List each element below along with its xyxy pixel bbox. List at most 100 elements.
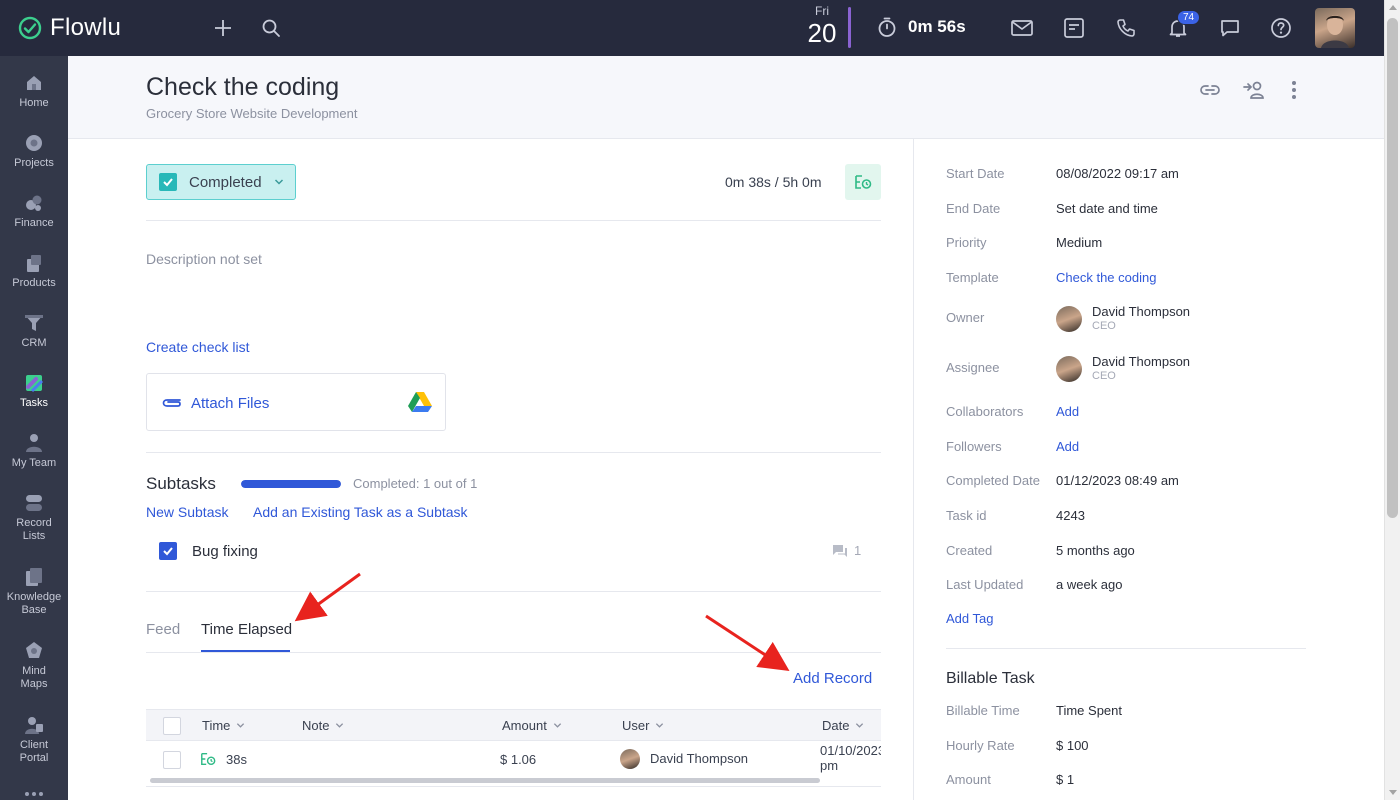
sidebar-item-products[interactable]: Products [0,252,68,290]
subtask-checkbox[interactable] [159,542,177,560]
row-checkbox[interactable] [163,751,181,769]
add-followers-link[interactable]: Add [1056,439,1079,454]
phone-icon [1117,19,1135,37]
subtask-name[interactable]: Bug fixing [192,543,258,560]
phone-button[interactable] [1112,14,1140,42]
column-header-time[interactable]: Time [202,718,245,733]
delegate-button[interactable] [1242,78,1266,102]
sidebar-item-knowledge-base[interactable]: Knowledge Base [0,566,68,617]
top-bar: Flowlu Fri 20 0m 56s 74 [0,0,1384,56]
row-user: David Thompson [650,751,749,766]
template-link[interactable]: Check the coding [1056,270,1156,285]
chevron-down-icon [274,179,283,185]
link-icon [1200,85,1220,95]
assignee-label: Assignee [946,360,1000,375]
scroll-down-arrow-icon[interactable] [1389,790,1397,795]
column-header-amount[interactable]: Amount [502,718,562,733]
tabs-divider [146,652,881,653]
scroll-up-arrow-icon[interactable] [1389,5,1397,10]
billable-time-value[interactable]: Time Spent [1056,703,1122,718]
table-horizontal-scrollbar[interactable] [150,778,820,783]
sidebar-item-client-portal[interactable]: Client Portal [0,714,68,765]
stopwatch-icon [878,17,896,37]
tab-feed[interactable]: Feed [146,621,180,638]
mail-icon [1011,20,1033,36]
task-description[interactable]: Description not set [146,251,262,267]
divider [146,591,881,592]
sidebar-item-tasks[interactable]: Tasks [0,372,68,410]
paperclip-icon [162,399,181,407]
column-header-date[interactable]: Date [822,718,864,733]
panel-divider [913,139,914,800]
timer-value: 0m 56s [908,17,966,36]
google-drive-icon[interactable] [408,391,432,413]
sidebar-item-record-lists[interactable]: Record Lists [0,492,68,543]
global-timer[interactable]: 0m 56s [876,16,966,38]
status-label: Completed [189,173,262,191]
avatar-face-icon [1321,15,1349,48]
check-icon [163,547,173,556]
search-button[interactable] [257,14,285,42]
hourly-rate-value[interactable]: $ 100 [1056,738,1089,753]
attach-files-box[interactable]: Attach Files [146,373,446,431]
select-all-checkbox[interactable] [163,717,181,735]
subtask-comments[interactable]: 1 [832,543,861,558]
user-avatar[interactable] [1315,8,1355,48]
timer-list-icon [855,175,872,189]
billable-task-heading: Billable Task [946,670,1035,687]
time-records-table-header: Time Note Amount User Date [146,709,881,741]
logo-check-icon [18,16,42,40]
page-scrollbar[interactable] [1384,0,1400,800]
add-record-link[interactable]: Add Record [793,670,872,687]
sidebar-item-home[interactable]: Home [0,72,68,110]
priority-label: Priority [946,235,987,250]
subtasks-progress-fill [241,480,341,488]
crm-funnel-icon [25,315,43,331]
add-tag-link[interactable]: Add Tag [946,611,993,626]
row-time: 38s [226,752,247,767]
team-icon [26,434,42,452]
more-vertical-icon [1292,81,1296,99]
notes-button[interactable] [1060,14,1088,42]
last-updated-value: a week ago [1056,577,1123,592]
add-existing-task-link[interactable]: Add an Existing Task as a Subtask [253,504,468,520]
status-dropdown[interactable]: Completed [146,164,296,200]
calendar-date[interactable]: Fri 20 [800,4,844,48]
assignee-role: CEO [1092,370,1116,382]
notifications-count-badge: 74 [1177,10,1201,25]
priority-value[interactable]: Medium [1056,235,1102,250]
add-button[interactable] [209,14,237,42]
column-header-user[interactable]: User [622,718,664,733]
end-date-value[interactable]: Set date and time [1056,201,1158,216]
more-options-button[interactable] [1282,78,1306,102]
notes-icon [1064,18,1084,38]
sidebar-item-crm[interactable]: CRM [0,312,68,350]
project-name[interactable]: Grocery Store Website Development [146,106,357,121]
row-user-avatar [620,749,640,769]
sidebar-item-mind-maps[interactable]: Mind Maps [0,640,68,691]
billable-time-label: Billable Time [946,703,1020,718]
scrollbar-thumb[interactable] [1387,18,1398,518]
date-weekday: Fri [815,4,829,18]
assign-user-icon [1243,81,1264,99]
add-collaborators-link[interactable]: Add [1056,404,1079,419]
completed-date-label: Completed Date [946,473,1040,488]
sidebar-item-my-team[interactable]: My Team [0,432,68,470]
more-apps-icon[interactable] [24,788,44,798]
help-button[interactable] [1267,14,1295,42]
chat-button[interactable] [1216,14,1244,42]
copy-link-button[interactable] [1198,78,1222,102]
column-header-note[interactable]: Note [302,718,344,733]
tab-time-elapsed[interactable]: Time Elapsed [201,621,292,638]
new-subtask-link[interactable]: New Subtask [146,504,228,520]
create-checklist-link[interactable]: Create check list [146,339,249,355]
client-portal-icon [25,717,43,734]
assignee-avatar [1056,356,1082,382]
mail-button[interactable] [1008,14,1036,42]
start-date-value[interactable]: 08/08/2022 09:17 am [1056,166,1179,181]
start-timer-button[interactable] [845,164,881,200]
flowlu-logo[interactable]: Flowlu [18,14,121,42]
completed-date-value: 01/12/2023 08:49 am [1056,473,1179,488]
sidebar-item-finance[interactable]: Finance [0,192,68,230]
sidebar-item-projects[interactable]: Projects [0,132,68,170]
